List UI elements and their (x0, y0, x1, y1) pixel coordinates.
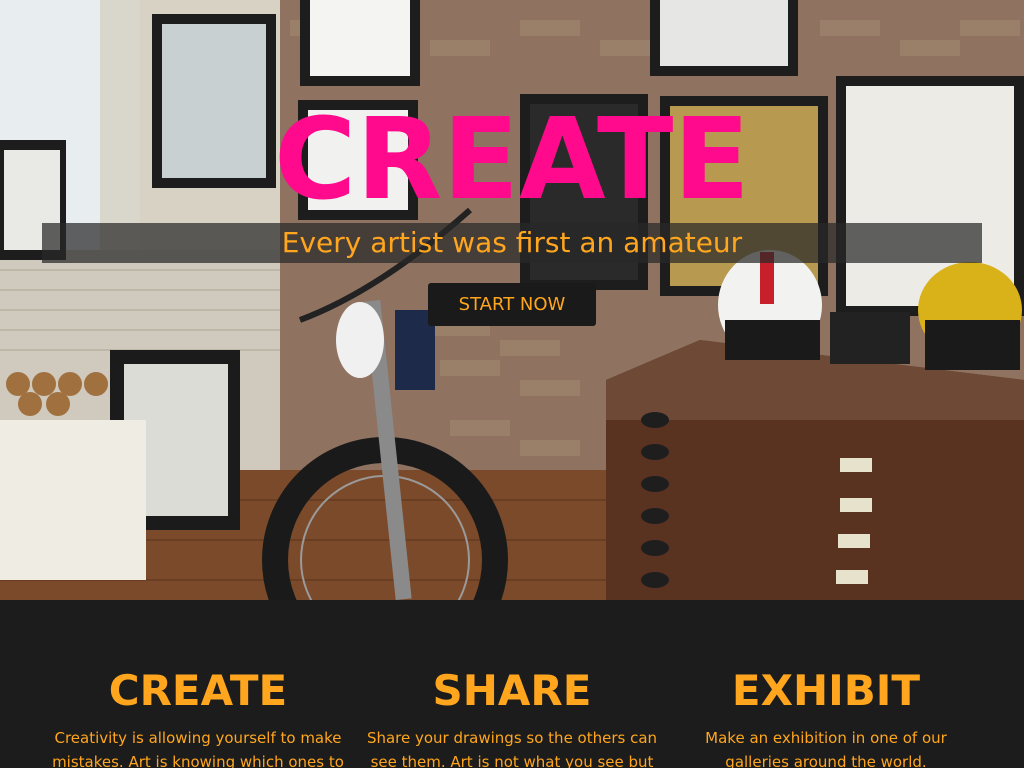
feature-title: CREATE (108, 666, 288, 715)
hero-section: CREATE Every artist was first an amateur… (0, 0, 1024, 600)
feature-exhibit: EXHIBIT Make an exhibition in one of our… (676, 666, 976, 768)
hero-title: CREATE (274, 95, 750, 225)
feature-text: Creativity is allowing yourself to make … (52, 729, 344, 768)
feature-title: EXHIBIT (731, 666, 921, 715)
feature-text: Share your drawings so the others can se… (366, 729, 658, 768)
landing-page: CREATE Every artist was first an amateur… (0, 0, 1024, 768)
start-now-button[interactable]: START NOW (428, 283, 596, 326)
feature-text: Make an exhibition in one of our galleri… (705, 729, 947, 768)
hero-tagline: Every artist was first an amateur (281, 226, 743, 259)
feature-title: SHARE (432, 666, 592, 715)
feature-share: SHARE Share your drawings so the others … (362, 666, 662, 768)
feature-create: CREATE Creativity is allowing yourself t… (48, 666, 348, 768)
features-section: CREATE Creativity is allowing yourself t… (0, 600, 1024, 768)
